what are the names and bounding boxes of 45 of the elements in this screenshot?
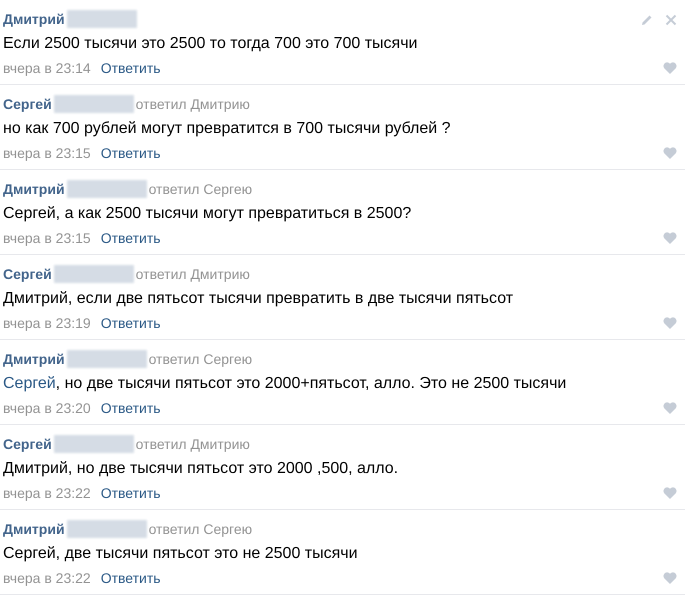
author-link[interactable]: Дмитрий [3,348,65,370]
comment-time: вчера в 23:20 [3,398,91,418]
like-icon[interactable] [663,487,677,499]
like-icon[interactable] [663,232,677,244]
comment-time: вчера в 23:15 [3,228,91,248]
reply-to-label: ответил Дмитрию [136,434,250,454]
like-icon[interactable] [663,317,677,329]
author-link[interactable]: Дмитрий [3,518,65,540]
author-link[interactable]: Дмитрий [3,178,65,200]
reply-link[interactable]: Ответить [100,142,161,164]
comment-text: Дмитрий, если две пятьсот тысячи превратить в две тысячи пятьсот [3,289,514,309]
comment-text: Сергей, а как 2500 тысячи могут превратиться в 2500? [3,204,412,224]
mention-link[interactable]: Сергей [3,372,56,396]
comment-time: вчера в 23:14 [3,58,91,78]
like-icon[interactable] [663,147,677,159]
reply-to-label: ответил Дмитрию [136,264,250,284]
comment-text: но как 700 рублей могут превратится в 700 тысячи рублей ? [3,119,451,139]
like-icon[interactable] [663,572,677,584]
reply-link[interactable]: Ответить [100,228,161,248]
reply-link[interactable]: Ответить [100,568,161,588]
comment-time: вчера в 23:19 [3,314,91,333]
comment-text: Если 2500 тысячи это 2500 то тогда 700 это 700 тысячи [3,34,418,54]
comment-text: Дмитрий, но две тысячи пятьсот это 2000 ,500, алло. [3,459,398,479]
like-icon[interactable] [663,62,677,74]
comment-time: вчера в 23:15 [3,144,91,163]
reply-to-label: ответил Сергею [148,180,252,199]
reply-link[interactable]: Ответить [100,398,161,418]
reply-to-label: ответил Дмитрию [136,94,250,114]
comment-time: вчера в 23:22 [3,568,91,588]
author-link[interactable]: Сергей [3,94,52,114]
author-link[interactable]: Сергей [3,434,52,454]
author-link[interactable]: Дмитрий [3,8,65,30]
comment-text: Сергей, две тысячи пятьсот это не 2500 тысячи [3,544,358,564]
pencil-icon[interactable] [641,14,653,26]
author-link[interactable]: Сергей [3,264,52,284]
reply-link[interactable]: Ответить [100,482,161,504]
comment-time: вчера в 23:22 [3,484,91,503]
reply-to-label: ответил Сергею [148,520,252,539]
redaction [66,10,137,28]
like-icon[interactable] [663,402,677,414]
close-icon[interactable] [665,14,677,26]
reply-link[interactable]: Ответить [100,312,161,334]
comment-text: , но две тысячи пятьсот это 2000+пятьсот, алло. Это не 2500 тысячи [56,374,566,394]
reply-link[interactable]: Ответить [100,58,161,78]
reply-to-label: ответил Сергею [148,350,252,369]
